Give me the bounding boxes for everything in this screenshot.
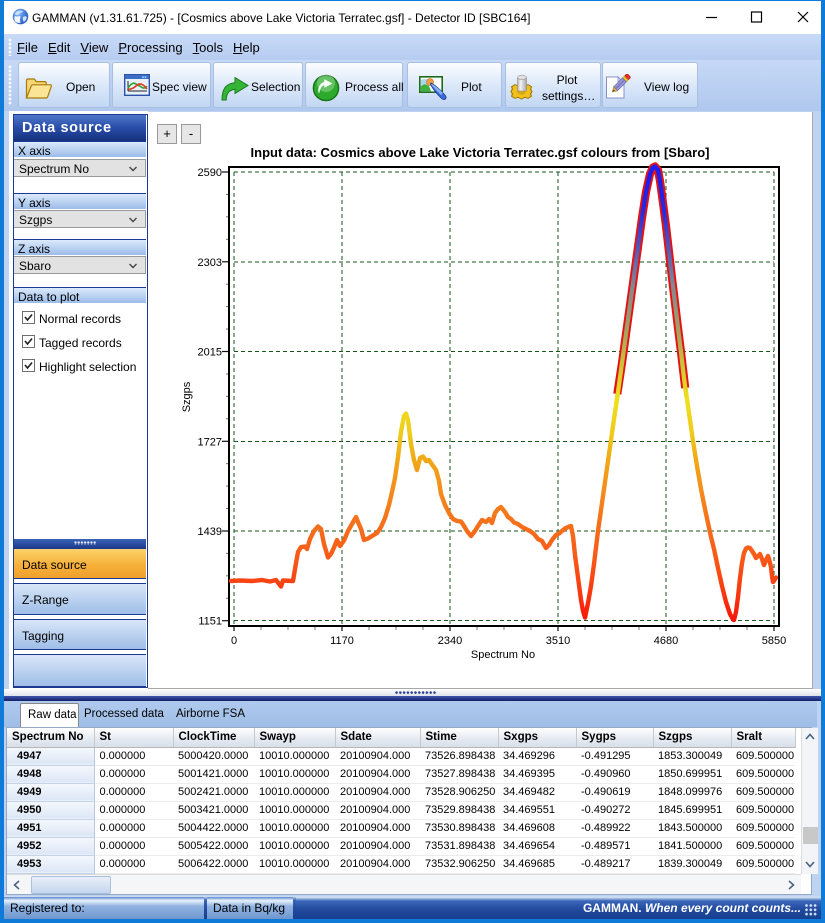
svg-text:1151: 1151 [198,616,222,628]
svg-text:2340: 2340 [438,635,462,647]
svg-text:1170: 1170 [330,635,354,647]
svg-text:1727: 1727 [198,436,222,448]
svg-text:Spectrum No: Spectrum No [471,649,535,661]
svg-text:Szgps: Szgps [181,381,193,412]
svg-text:1439: 1439 [198,526,222,538]
svg-text:3510: 3510 [546,635,570,647]
svg-text:2303: 2303 [198,257,222,269]
svg-text:4680: 4680 [654,635,678,647]
svg-text:0: 0 [231,635,237,647]
svg-text:2015: 2015 [198,347,222,359]
svg-text:Input data: Cosmics above Lake: Input data: Cosmics above Lake Victoria … [251,145,710,160]
svg-text:5850: 5850 [762,635,786,647]
svg-text:2590: 2590 [198,167,222,179]
